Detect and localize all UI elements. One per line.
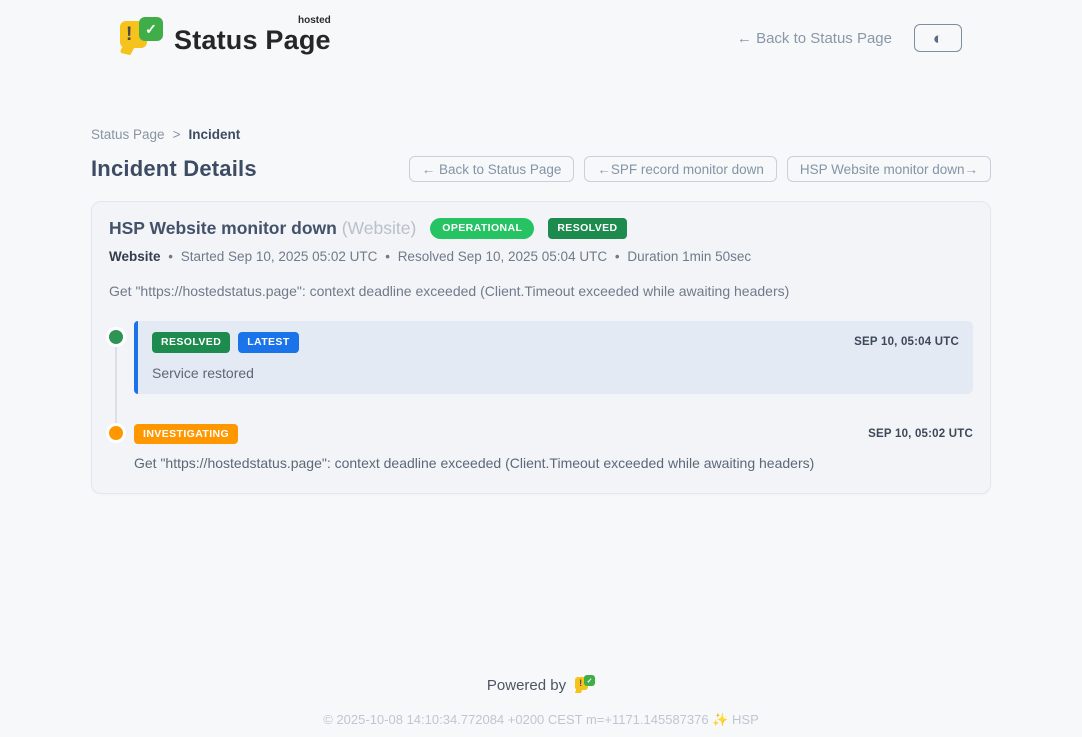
event-investigating-badge: INVESTIGATING [134,424,238,445]
meta-bullet: • [168,249,173,264]
breadcrumb-separator: > [173,127,181,142]
exclaim-glyph: ! [126,24,132,46]
meta-bullet: • [615,249,620,264]
copyright-text: © 2025-10-08 14:10:34.772084 +0200 CEST … [0,712,1082,728]
back-to-status-page-button[interactable]: ← Back to Status Page [409,156,575,182]
incident-component-label: (Website) [342,218,417,238]
incident-title-text: HSP Website monitor down [109,218,337,238]
timeline-event-box: RESOLVED LATEST SEP 10, 05:04 UTC Servic… [134,321,973,394]
event-resolved-badge: RESOLVED [152,332,230,353]
powered-by-link[interactable]: Powered by ! ✓ [487,675,595,695]
resolved-status-badge: RESOLVED [548,218,626,239]
meta-resolved: Resolved Sep 10, 2025 05:04 UTC [398,249,607,264]
incident-nav-buttons: ← Back to Status Page ←SPF record monito… [409,156,991,182]
breadcrumb-status-page[interactable]: Status Page [91,127,165,142]
main-content: Status Page > Incident Incident Details … [91,127,991,494]
meta-bullet: • [385,249,390,264]
powered-by-label: Powered by [487,677,566,694]
header: ! ✓ Status Page hosted ← Back to Status … [0,0,1082,76]
timeline-dot-green [109,330,123,344]
incident-timeline: RESOLVED LATEST SEP 10, 05:04 UTC Servic… [109,321,973,471]
brand-name: Status Page [174,25,331,55]
mini-check-square: ✓ [584,675,595,686]
prev-incident-button[interactable]: ←SPF record monitor down [584,156,777,182]
half-circle-contrast-icon: ◐ [933,30,943,47]
footer: Powered by ! ✓ © 2025-10-08 14:10:34.772… [0,675,1082,728]
event-message: Get "https://hostedstatus.page": context… [134,455,973,471]
incident-card: HSP Website monitor down (Website) OPERA… [91,201,991,494]
theme-toggle-button[interactable]: ◐ [914,24,962,52]
brand-hosted-badge: hosted [298,15,331,26]
event-timestamp: SEP 10, 05:02 UTC [868,428,973,440]
timeline-event-investigating: INVESTIGATING SEP 10, 05:02 UTC Get "htt… [109,424,973,472]
incident-meta: Website • Started Sep 10, 2025 05:02 UTC… [109,249,973,264]
next-incident-button[interactable]: HSP Website monitor down→ [787,156,991,182]
meta-duration: Duration 1min 50sec [627,249,751,264]
meta-started: Started Sep 10, 2025 05:02 UTC [181,249,378,264]
meta-component: Website [109,249,161,264]
operational-status-badge: OPERATIONAL [430,218,534,239]
breadcrumb: Status Page > Incident [91,127,991,142]
event-latest-badge: LATEST [238,332,298,353]
incident-description: Get "https://hostedstatus.page": context… [109,283,973,299]
timeline-dot-orange [109,426,123,440]
timeline-event-plain: INVESTIGATING SEP 10, 05:02 UTC Get "htt… [134,424,973,472]
mini-exclaim-glyph: ! [579,678,582,688]
timeline-event-resolved: RESOLVED LATEST SEP 10, 05:04 UTC Servic… [109,321,973,394]
status-page-mini-logo-icon: ! ✓ [575,675,595,695]
header-back-link[interactable]: ← Back to Status Page [737,30,892,47]
page-title: Incident Details [91,156,257,182]
logo-check-square: ✓ [139,17,163,41]
status-page-logo-icon: ! ✓ [120,17,164,59]
event-message: Service restored [152,365,959,381]
event-timestamp: SEP 10, 05:04 UTC [854,336,959,348]
incident-title: HSP Website monitor down (Website) [109,218,416,239]
brand-logo[interactable]: ! ✓ Status Page hosted [120,17,331,59]
breadcrumb-incident: Incident [188,127,240,142]
